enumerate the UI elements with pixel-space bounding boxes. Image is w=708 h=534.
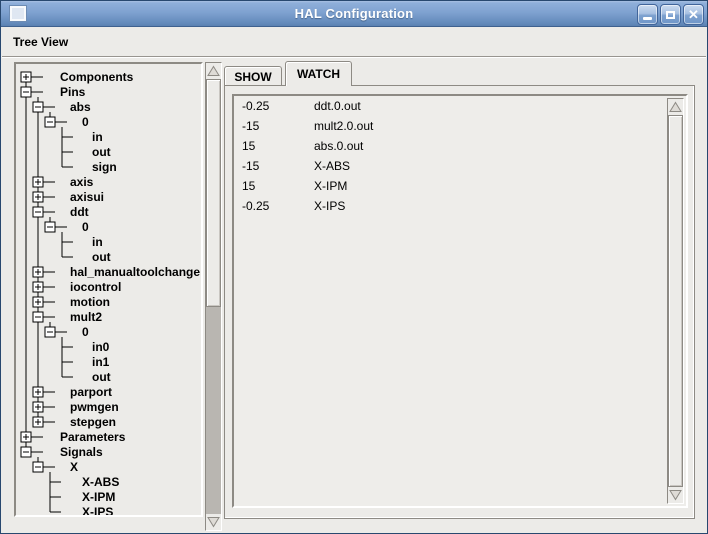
watch-signal-name: abs.0.out [314,136,363,156]
watch-scroll-up-button[interactable] [668,99,683,115]
watch-list: -0.25ddt.0.out-15mult2.0.out15abs.0.out-… [234,96,668,504]
tree-node-label[interactable]: X [70,460,78,474]
watch-value: -0.25 [242,96,306,116]
tree-node-label[interactable]: ddt [70,205,89,219]
tree-node-label[interactable]: Parameters [60,430,126,444]
tree-node-label[interactable]: in0 [92,340,110,354]
tab-watch[interactable]: WATCH [285,61,352,86]
tree-scrollbar[interactable] [205,62,222,531]
hal-tree: ComponentsPinsabs0inoutsignaxisaxisuiddt… [16,64,201,515]
minimize-button[interactable] [637,4,658,25]
close-icon: ✕ [688,8,699,21]
tree-node-label[interactable]: motion [70,295,110,309]
watch-signal-name: X-IPS [314,196,345,216]
tree-node-label[interactable]: Components [60,70,134,84]
menubar: Tree View [2,28,706,56]
arrow-down-icon [207,516,220,528]
watch-signal-name: X-IPM [314,176,347,196]
tree-node-label[interactable]: pwmgen [70,400,119,414]
tree-node-label[interactable]: mult2 [70,310,102,324]
tree-node-label[interactable]: sign [92,160,117,174]
tree-node-label[interactable]: 0 [82,220,89,234]
tree-node-label[interactable]: axisui [70,190,104,204]
watch-signal-name: ddt.0.out [314,96,361,116]
menu-tree-view[interactable]: Tree View [6,28,75,56]
tree-view-panel: ComponentsPinsabs0inoutsignaxisaxisuiddt… [14,62,203,517]
watch-scroll-down-button[interactable] [668,487,683,503]
tree-scroll-down-button[interactable] [206,514,221,530]
watch-signal-name: X-ABS [314,156,350,176]
watch-row[interactable]: -0.25 X-IPS [234,196,668,216]
tree-node-label[interactable]: in1 [92,355,110,369]
maximize-button[interactable] [660,4,681,25]
watch-panel: -0.25ddt.0.out-15mult2.0.out15abs.0.out-… [232,94,688,508]
minimize-icon [643,17,652,20]
watch-value: 15 [242,176,306,196]
window-title: HAL Configuration [1,1,707,27]
notebook-body: -0.25ddt.0.out-15mult2.0.out15abs.0.out-… [224,85,695,519]
tree-node-label[interactable]: 0 [82,325,89,339]
tree-node-label[interactable]: X-IPM [82,490,115,504]
watch-scrollbar[interactable] [667,98,684,504]
tree-node-label[interactable]: iocontrol [70,280,121,294]
tree-node-label[interactable]: abs [70,100,91,114]
tree-node-label[interactable]: axis [70,175,94,189]
tree-node-label[interactable]: in [92,235,103,249]
watch-signal-name: mult2.0.out [314,116,373,136]
watch-row[interactable]: -0.25 ddt.0.out [234,96,668,116]
watch-row[interactable]: -15 mult2.0.out [234,116,668,136]
tree-node-label[interactable]: Pins [60,85,86,99]
arrow-up-icon [669,101,682,113]
watch-row[interactable]: -15 X-ABS [234,156,668,176]
arrow-down-icon [669,489,682,501]
tab-show[interactable]: SHOW [224,66,282,86]
hal-configuration-window: HAL Configuration ✕ Tree View Components… [0,0,708,534]
tree-scroll-up-button[interactable] [206,63,221,79]
tree-node-label[interactable]: Signals [60,445,103,459]
watch-value: 15 [242,136,306,156]
close-button[interactable]: ✕ [683,4,704,25]
maximize-icon [666,11,675,19]
watch-value: -15 [242,116,306,136]
tree-node-label[interactable]: X-IPS [82,505,113,515]
watch-value: -0.25 [242,196,306,216]
titlebar: HAL Configuration ✕ [1,1,707,27]
tree-node-label[interactable]: X-ABS [82,475,119,489]
tree-node-label[interactable]: out [92,370,111,384]
tree-node-label[interactable]: 0 [82,115,89,129]
watch-row[interactable]: 15 X-IPM [234,176,668,196]
tree-scrollbar-thumb[interactable] [206,79,221,307]
tree-node-label[interactable]: hal_manualtoolchange [70,265,200,279]
tree-node-label[interactable]: stepgen [70,415,116,429]
watch-scrollbar-thumb[interactable] [668,115,683,487]
tree-node-label[interactable]: out [92,145,111,159]
watch-value: -15 [242,156,306,176]
tree-node-label[interactable]: parport [70,385,112,399]
tree-node-label[interactable]: in [92,130,103,144]
menubar-separator [2,56,706,58]
arrow-up-icon [207,65,220,77]
watch-row[interactable]: 15 abs.0.out [234,136,668,156]
tree-node-label[interactable]: out [92,250,111,264]
